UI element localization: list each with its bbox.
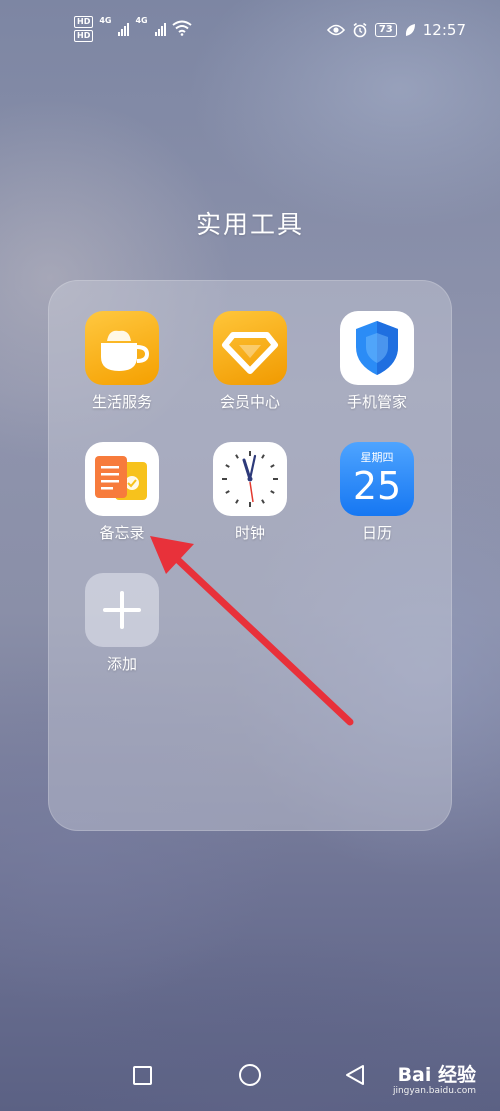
app-label: 日历 <box>361 524 392 542</box>
watermark-url: jingyan.baidu.com <box>392 1086 476 1096</box>
app-label: 会员中心 <box>219 393 280 411</box>
status-bar-left: HD HD 4G 4G <box>74 16 192 42</box>
home-button[interactable] <box>239 1064 261 1086</box>
calendar-icon: 星期四 25 <box>340 442 414 516</box>
calendar-weekday: 星期四 <box>360 451 394 464</box>
app-memo[interactable]: 备忘录 <box>62 442 182 543</box>
app-life-services[interactable]: 生活服务 <box>62 311 182 412</box>
wifi-icon <box>172 20 192 36</box>
plus-icon <box>85 573 159 647</box>
recent-apps-button[interactable] <box>133 1066 152 1085</box>
shield-icon <box>340 311 414 385</box>
clock-time: 12:57 <box>422 21 466 39</box>
app-label: 时钟 <box>234 524 265 542</box>
watermark-logo: Bai 经验 <box>397 1064 476 1086</box>
app-phone-manager[interactable]: 手机管家 <box>317 311 437 412</box>
watermark: Bai 经验 jingyan.baidu.com <box>393 1064 476 1097</box>
alarm-icon <box>353 22 367 38</box>
leaf-icon <box>405 24 415 36</box>
signal-icon <box>154 22 166 36</box>
folder-title: 实用工具 <box>195 210 304 239</box>
status-bar-right: 73 12:57 <box>326 21 466 39</box>
app-label: 手机管家 <box>346 393 407 411</box>
app-clock[interactable]: 时钟 <box>190 442 310 543</box>
coffee-cup-icon <box>85 311 159 385</box>
hd-badge: HD <box>74 16 94 28</box>
clock-icon <box>213 442 287 516</box>
calendar-day: 25 <box>352 464 402 508</box>
network-type-label: 4G <box>135 16 148 25</box>
battery-indicator: 73 <box>374 23 397 37</box>
app-label: 添加 <box>106 655 137 673</box>
app-member-center[interactable]: 会员中心 <box>190 311 310 412</box>
gem-icon <box>213 311 287 385</box>
app-calendar[interactable]: 星期四 25 日历 <box>317 442 437 543</box>
hd-badge: HD <box>74 30 94 42</box>
status-bar: HD HD 4G 4G 73 12:57 <box>0 0 500 62</box>
eye-icon <box>326 24 345 36</box>
network-type-label: 4G <box>99 16 112 25</box>
folder-panel: 生活服务 会员中心 手机管家 备忘录 时钟 星期四 25 日历 添加 <box>48 280 452 831</box>
add-app-button[interactable]: 添加 <box>62 573 182 674</box>
app-label: 备忘录 <box>99 524 145 542</box>
signal-icon <box>118 22 130 36</box>
app-label: 生活服务 <box>91 393 152 411</box>
back-button[interactable] <box>344 1064 366 1086</box>
memo-icon <box>85 442 159 516</box>
